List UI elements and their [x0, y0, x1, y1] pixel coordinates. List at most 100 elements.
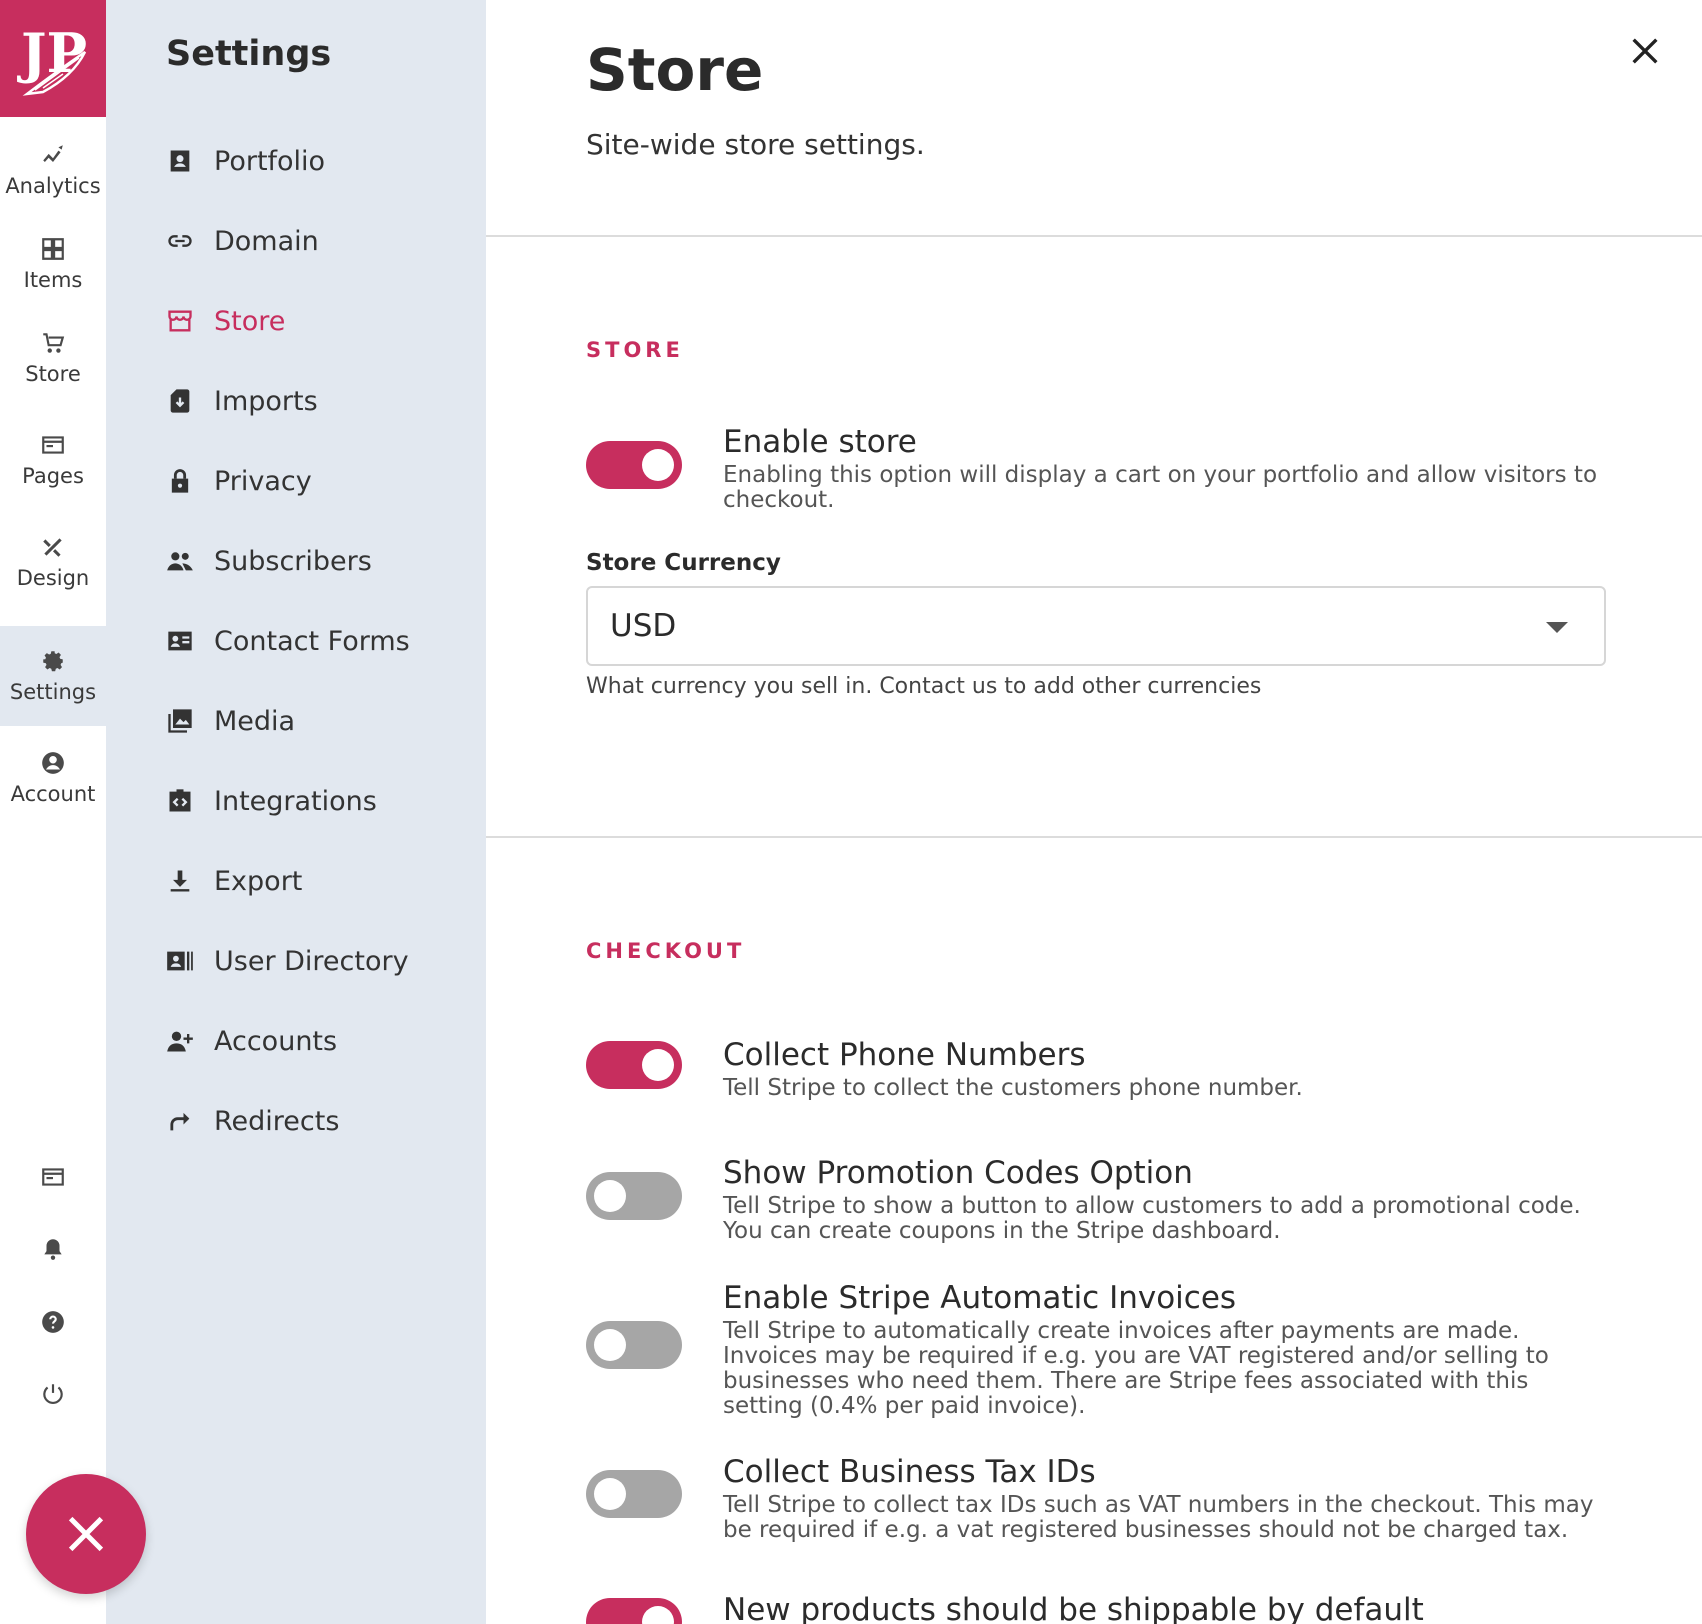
bell-icon	[44, 1239, 62, 1260]
rail-item-analytics[interactable]: Analytics	[0, 120, 106, 220]
close-fab-button[interactable]	[26, 1474, 146, 1594]
sidebar-item-portfolio[interactable]: Portfolio	[166, 131, 325, 191]
rail-item-items[interactable]: Items	[0, 214, 106, 314]
toggle-knob	[594, 1180, 626, 1212]
toggle-knob	[594, 1478, 626, 1510]
people-icon	[167, 552, 193, 571]
toggle-knob	[594, 1329, 626, 1361]
account-icon	[42, 752, 64, 774]
tax-ids-toggle[interactable]	[586, 1470, 682, 1518]
analytics-icon	[43, 145, 63, 163]
enable-store-description: Enabling this option will display a cart…	[723, 462, 1598, 513]
sidebar-item-label: Privacy	[214, 465, 312, 497]
sidebar-item-user-directory[interactable]: User Directory	[166, 931, 409, 991]
page-subtitle: Site-wide store settings.	[586, 128, 925, 161]
redirect-icon	[170, 1112, 190, 1131]
pages-icon	[42, 436, 64, 454]
contact-card-icon	[168, 631, 192, 651]
sidebar-item-accounts[interactable]: Accounts	[166, 1011, 337, 1071]
brand-logo[interactable]: JP	[0, 0, 106, 117]
sidebar-item-label: Portfolio	[214, 145, 326, 177]
shippable-default-toggle[interactable]	[586, 1598, 682, 1624]
sidebar-item-integrations[interactable]: Integrations	[166, 771, 377, 831]
enable-store-toggle[interactable]	[586, 441, 682, 489]
rail-notifications-button[interactable]	[0, 1224, 106, 1274]
rail-label: Analytics	[5, 174, 101, 198]
caret-down-icon	[1546, 622, 1568, 633]
close-button[interactable]	[1628, 34, 1662, 68]
sidebar-item-domain[interactable]: Domain	[166, 211, 319, 271]
rail-browser-button[interactable]	[0, 1152, 106, 1202]
rail-item-account[interactable]: Account	[0, 728, 106, 828]
rail-item-pages[interactable]: Pages	[0, 410, 106, 510]
sidebar-item-export[interactable]: Export	[166, 851, 302, 911]
help-icon	[42, 1311, 64, 1333]
grid-icon	[42, 238, 64, 260]
sidebar-item-imports[interactable]: Imports	[166, 371, 318, 431]
image-icon	[168, 709, 192, 733]
auto-invoices-toggle[interactable]	[586, 1321, 682, 1369]
auto-invoices-description: Tell Stripe to automatically create invo…	[723, 1318, 1549, 1419]
rail-label: Items	[23, 268, 83, 292]
sidebar-item-media[interactable]: Media	[166, 691, 295, 751]
sidebar-item-label: Contact Forms	[214, 625, 410, 657]
sidebar-item-subscribers[interactable]: Subscribers	[166, 531, 372, 591]
main-panel: Store Site-wide store settings. STORE En…	[486, 0, 1702, 1624]
rail-logout-button[interactable]	[0, 1369, 106, 1419]
toggle-knob	[642, 449, 674, 481]
sidebar-item-label: Redirects	[214, 1105, 340, 1137]
auto-invoices-title: Enable Stripe Automatic Invoices	[723, 1280, 1237, 1316]
sidebar-item-label: Media	[214, 705, 296, 737]
shippable-default-title: New products should be shippable by defa…	[723, 1592, 1424, 1624]
download-icon	[170, 870, 190, 892]
tax-ids-description: Tell Stripe to collect tax IDs such as V…	[723, 1492, 1594, 1543]
store-section-heading: STORE	[586, 338, 684, 362]
currency-select[interactable]: USD	[586, 586, 1606, 666]
browser-icon	[42, 1168, 64, 1186]
promo-codes-description: Tell Stripe to show a button to allow cu…	[723, 1193, 1581, 1244]
directory-icon	[167, 951, 193, 971]
add-user-icon	[167, 1031, 193, 1052]
rail-item-settings[interactable]: Settings	[0, 626, 106, 726]
sidebar-item-store[interactable]: Store	[166, 291, 285, 351]
collect-phone-title: Collect Phone Numbers	[723, 1037, 1086, 1073]
section-divider	[486, 235, 1702, 237]
rail-label: Account	[10, 782, 96, 806]
sidebar-item-label: Integrations	[214, 785, 377, 817]
rail-item-store[interactable]: Store	[0, 308, 106, 408]
currency-label: Store Currency	[586, 550, 781, 576]
collect-phone-toggle[interactable]	[586, 1041, 682, 1089]
currency-value: USD	[610, 608, 677, 644]
rail-item-design[interactable]: Design	[0, 512, 106, 612]
sidebar-item-label: Export	[214, 865, 303, 897]
tax-ids-title: Collect Business Tax IDs	[723, 1454, 1096, 1490]
design-icon	[43, 538, 62, 557]
sidebar-item-contact-forms[interactable]: Contact Forms	[166, 611, 410, 671]
sidebar-item-label: Subscribers	[214, 545, 372, 577]
logo-icon: JP	[17, 21, 87, 96]
promo-codes-title: Show Promotion Codes Option	[723, 1155, 1193, 1191]
rail-label: Store	[25, 362, 81, 386]
rail-label: Settings	[9, 680, 97, 704]
promo-codes-toggle[interactable]	[586, 1172, 682, 1220]
rail-label: Pages	[22, 464, 84, 488]
toggle-knob	[642, 1049, 674, 1081]
rail-help-button[interactable]	[0, 1297, 106, 1347]
sidebar-item-label: Accounts	[214, 1025, 338, 1057]
settings-sidebar: Settings Portfolio Domain Store Imports …	[106, 0, 486, 1624]
code-icon	[169, 789, 191, 812]
collect-phone-description: Tell Stripe to collect the customers pho…	[723, 1075, 1303, 1101]
enable-store-title: Enable store	[723, 424, 917, 460]
sidebar-title: Settings	[166, 34, 332, 74]
toggle-knob	[642, 1606, 674, 1624]
link-icon	[168, 235, 192, 247]
page-title: Store	[586, 36, 764, 104]
sidebar-item-redirects[interactable]: Redirects	[166, 1091, 339, 1151]
sidebar-item-privacy[interactable]: Privacy	[166, 451, 312, 511]
store-icon	[168, 310, 192, 332]
sidebar-item-label: Store	[214, 305, 286, 337]
lock-icon	[171, 469, 189, 493]
icon-rail: JP Analytics Items Store Pages Design Se…	[0, 0, 106, 1624]
section-divider	[486, 836, 1702, 838]
power-icon	[43, 1384, 63, 1405]
